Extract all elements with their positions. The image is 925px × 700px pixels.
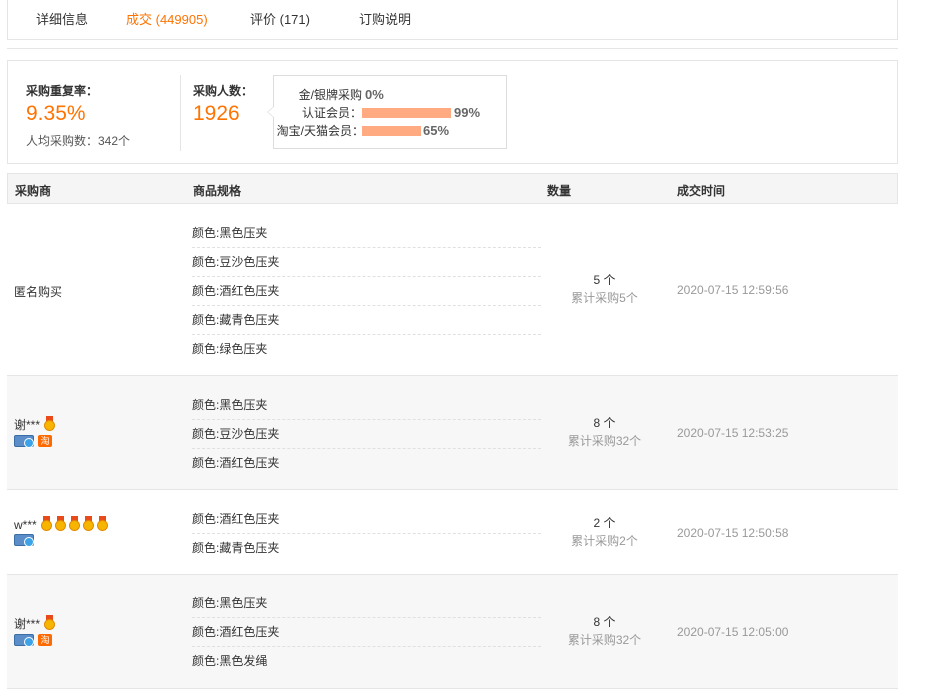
table-header: 采购商 商品规格 数量 成交时间 xyxy=(7,173,898,204)
bar-pct-taobao: 65% xyxy=(423,123,450,138)
certified-member-icon xyxy=(14,435,34,448)
spec-list: 颜色:黑色压夹 颜色:豆沙色压夹 颜色:酒红色压夹 xyxy=(192,391,541,478)
transaction-time: 2020-07-15 12:05:00 xyxy=(677,625,789,639)
spec-item: 颜色:豆沙色压夹 xyxy=(192,420,541,449)
spec-list: 颜色:黑色压夹 颜色:酒红色压夹 颜色:黑色发绳 xyxy=(192,589,541,676)
divider xyxy=(7,48,898,49)
col-time: 成交时间 xyxy=(677,184,726,198)
spec-item: 颜色:黑色压夹 xyxy=(192,391,541,420)
spec-item: 颜色:黑色压夹 xyxy=(192,219,541,248)
stats-divider xyxy=(180,75,181,151)
buyers-count-value: 1926 xyxy=(193,102,240,125)
buyer-name[interactable]: 谢*** xyxy=(14,418,40,432)
spec-item: 颜色:豆沙色压夹 xyxy=(192,248,541,277)
medal-icon xyxy=(40,516,53,531)
quantity-cell: 2 个 累计采购2个 xyxy=(547,514,662,550)
col-qty: 数量 xyxy=(547,184,572,198)
spec-item: 颜色:黑色压夹 xyxy=(192,589,541,618)
repeat-rate-value: 9.35% xyxy=(26,102,86,125)
tab-bar: 详细信息 成交 (449905) 评价 (171) 订购说明 xyxy=(7,0,898,40)
quantity-cell: 8 个 累计采购32个 xyxy=(547,613,662,649)
bar-label-gold-silver: 金/银牌采购 xyxy=(298,88,362,102)
quantity-total: 累计采购5个 xyxy=(571,291,638,305)
buyer-cell: 谢*** xyxy=(14,615,57,633)
col-spec: 商品规格 xyxy=(193,184,242,198)
quantity: 8 个 xyxy=(593,615,616,629)
repeat-rate-label: 采购重复率： xyxy=(26,84,99,98)
spec-item: 颜色:藏青色压夹 xyxy=(192,541,280,555)
medal-icon xyxy=(82,516,95,531)
spec-list: 颜色:酒红色压夹 颜色:藏青色压夹 xyxy=(192,505,541,563)
buyer-type-bars: 金/银牌采购 0% 认证会员： 99% 淘宝/天猫会员： 65% xyxy=(267,75,507,149)
quantity: 8 个 xyxy=(593,416,616,430)
taobao-icon: 淘 xyxy=(38,435,52,447)
buyer-name: 匿名购买 xyxy=(14,285,63,299)
medal-icon xyxy=(43,416,56,431)
bar-label-certified: 认证会员： xyxy=(301,106,362,120)
buyer-cell: w*** xyxy=(14,516,110,534)
bar-pct-certified: 99% xyxy=(454,105,481,120)
tab-reviews[interactable]: 评价 (171) xyxy=(250,9,310,28)
medal-icon xyxy=(54,516,67,531)
buyer-icons: 淘 xyxy=(14,634,52,647)
quantity-cell: 8 个 累计采购32个 xyxy=(547,414,662,450)
buyers-count-label: 采购人数： xyxy=(193,84,254,98)
medal-badges xyxy=(43,615,57,633)
table-row: 谢*** 淘 颜色:黑色压夹 颜色:豆沙色压夹 颜色:酒红色压夹 8 个 累计采… xyxy=(7,376,898,490)
buyer-icons: 淘 xyxy=(14,435,52,448)
quantity: 5 个 xyxy=(593,273,616,287)
spec-item: 颜色:酒红色压夹 xyxy=(192,505,541,534)
taobao-icon: 淘 xyxy=(38,634,52,646)
transaction-time: 2020-07-15 12:59:56 xyxy=(677,283,789,297)
table-row: 匿名购买 颜色:黑色压夹 颜色:豆沙色压夹 颜色:酒红色压夹 颜色:藏青色压夹 … xyxy=(7,204,898,376)
spec-item: 颜色:黑色发绳 xyxy=(192,654,268,668)
spec-item: 颜色:酒红色压夹 xyxy=(192,456,280,470)
medal-icon xyxy=(96,516,109,531)
bar-fill-certified xyxy=(362,108,452,118)
tab-transactions[interactable]: 成交 (449905) xyxy=(126,9,208,28)
tab-details[interactable]: 详细信息 xyxy=(36,9,88,28)
quantity-total: 累计采购32个 xyxy=(567,434,642,448)
purchase-stats-panel: 采购重复率： 9.35% 人均采购数：342个 采购人数： 1926 金/银牌采… xyxy=(7,60,898,164)
buyer-name[interactable]: 谢*** xyxy=(14,617,40,631)
quantity-cell: 5 个 累计采购5个 xyxy=(547,271,662,307)
bar-fill-taobao xyxy=(362,126,421,136)
bar-track-certified xyxy=(362,108,452,118)
spec-item: 颜色:绿色压夹 xyxy=(192,342,268,356)
avg-purchase-label: 人均采购数：342个 xyxy=(26,134,131,148)
table-row: w*** 颜色:酒红色压夹 颜色:藏青色压夹 2 个 累计采购2个 2020-0… xyxy=(7,490,898,575)
medal-badges xyxy=(43,416,57,434)
medal-icon xyxy=(68,516,81,531)
buyer-icons xyxy=(14,534,34,547)
spec-list: 颜色:黑色压夹 颜色:豆沙色压夹 颜色:酒红色压夹 颜色:藏青色压夹 颜色:绿色… xyxy=(192,219,541,364)
spec-item: 颜色:酒红色压夹 xyxy=(192,618,541,647)
quantity: 2 个 xyxy=(593,516,616,530)
transaction-time: 2020-07-15 12:50:58 xyxy=(677,526,789,540)
transaction-time: 2020-07-15 12:53:25 xyxy=(677,426,789,440)
bar-pct-gold-silver: 0% xyxy=(365,87,384,102)
spec-item: 颜色:藏青色压夹 xyxy=(192,306,541,335)
buyer-name[interactable]: w*** xyxy=(14,518,37,532)
medal-icon xyxy=(43,615,56,630)
buyer-cell: 谢*** xyxy=(14,416,57,434)
quantity-total: 累计采购2个 xyxy=(571,534,638,548)
tab-order-info[interactable]: 订购说明 xyxy=(359,9,411,28)
col-buyer: 采购商 xyxy=(15,184,52,198)
quantity-total: 累计采购32个 xyxy=(567,633,642,647)
table-row: 谢*** 淘 颜色:黑色压夹 颜色:酒红色压夹 颜色:黑色发绳 8 个 累计采购… xyxy=(7,575,898,689)
certified-member-icon xyxy=(14,634,34,647)
spec-item: 颜色:酒红色压夹 xyxy=(192,277,541,306)
medal-badges xyxy=(40,516,110,534)
bar-label-taobao: 淘宝/天猫会员： xyxy=(276,124,364,138)
certified-member-icon xyxy=(14,534,34,547)
